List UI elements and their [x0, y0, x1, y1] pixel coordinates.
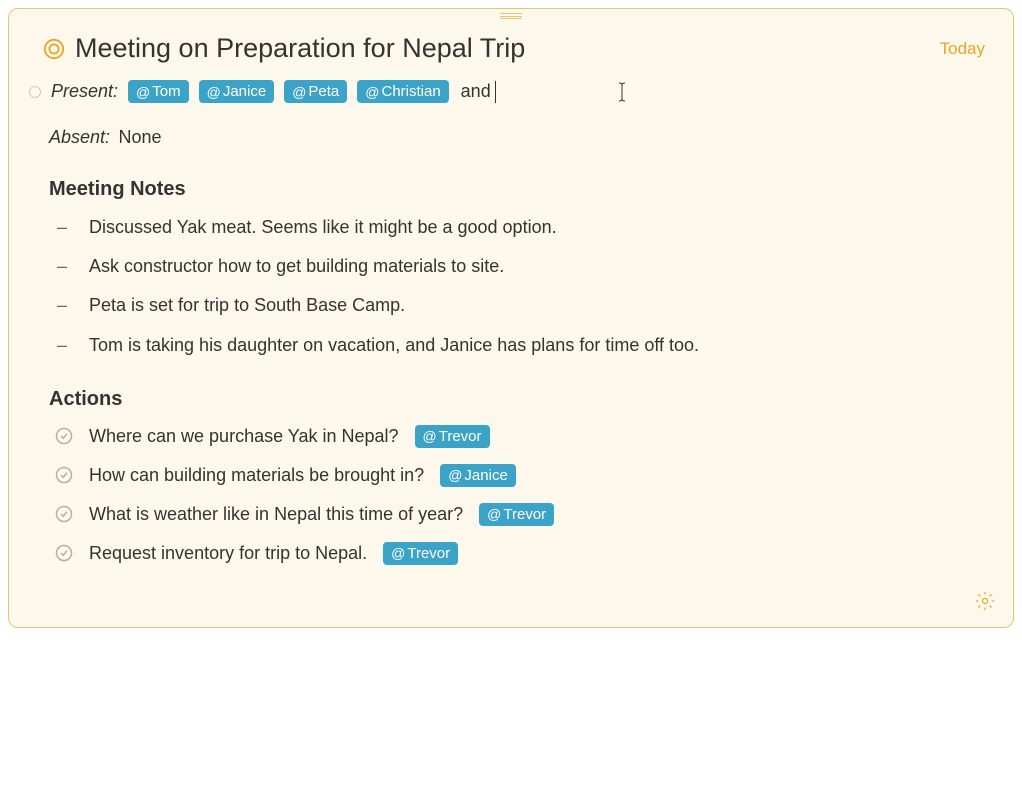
absent-label: Absent:	[49, 127, 110, 147]
note-title[interactable]: Meeting on Preparation for Nepal Trip	[75, 33, 930, 64]
action-text: Where can we purchase Yak in Nepal?	[89, 426, 399, 447]
list-item[interactable]: – Ask constructor how to get building ma…	[57, 254, 985, 279]
mention-tag-christian[interactable]: @ Christian	[357, 80, 448, 103]
trailing-text: and	[461, 81, 491, 102]
present-label: Present:	[51, 81, 118, 102]
list-item[interactable]: – Discussed Yak meat. Seems like it migh…	[57, 215, 985, 240]
task-unchecked-icon[interactable]	[55, 505, 73, 523]
list-item[interactable]: – Tom is taking his daughter on vacation…	[57, 333, 985, 358]
mention-tag-assignee[interactable]: @ Janice	[440, 464, 516, 487]
task-unchecked-icon[interactable]	[55, 466, 73, 484]
actions-list: Where can we purchase Yak in Nepal? @ Tr…	[25, 425, 985, 565]
note-card: Meeting on Preparation for Nepal Trip To…	[8, 8, 1014, 628]
action-text: What is weather like in Nepal this time …	[89, 504, 463, 525]
note-text: Ask constructor how to get building mate…	[89, 254, 504, 279]
note-text: Discussed Yak meat. Seems like it might …	[89, 215, 557, 240]
actions-heading: Actions	[25, 388, 985, 411]
mention-tag-peta[interactable]: @ Peta	[284, 80, 347, 103]
absent-value: None	[119, 127, 162, 147]
list-item[interactable]: – Peta is set for trip to South Base Cam…	[57, 293, 985, 318]
absent-row[interactable]: Absent: None	[25, 127, 985, 148]
dash-icon: –	[57, 293, 67, 318]
ibeam-cursor-icon	[616, 82, 628, 102]
action-item[interactable]: How can building materials be brought in…	[55, 464, 985, 487]
drag-handle-icon[interactable]	[500, 13, 522, 19]
action-text: How can building materials be brought in…	[89, 465, 424, 486]
bullet-circle-icon	[29, 86, 41, 98]
meeting-notes-heading: Meeting Notes	[25, 178, 985, 201]
gear-icon[interactable]	[975, 591, 995, 611]
task-unchecked-icon[interactable]	[55, 427, 73, 445]
action-text: Request inventory for trip to Nepal.	[89, 543, 367, 564]
mention-tag-assignee[interactable]: @ Trevor	[479, 503, 554, 526]
present-row[interactable]: Present: @ Tom @ Janice @ Peta @ Christi…	[25, 80, 985, 103]
bullseye-icon	[43, 38, 65, 60]
mention-tag-janice[interactable]: @ Janice	[199, 80, 275, 103]
dash-icon: –	[57, 333, 67, 358]
mention-tag-assignee[interactable]: @ Trevor	[383, 542, 458, 565]
action-item[interactable]: Request inventory for trip to Nepal. @ T…	[55, 542, 985, 565]
action-item[interactable]: Where can we purchase Yak in Nepal? @ Tr…	[55, 425, 985, 448]
mention-tag-assignee[interactable]: @ Trevor	[415, 425, 490, 448]
dash-icon: –	[57, 215, 67, 240]
note-text: Tom is taking his daughter on vacation, …	[89, 333, 699, 358]
mention-tag-tom[interactable]: @ Tom	[128, 80, 189, 103]
date-label[interactable]: Today	[940, 39, 985, 59]
dash-icon: –	[57, 254, 67, 279]
action-item[interactable]: What is weather like in Nepal this time …	[55, 503, 985, 526]
note-text: Peta is set for trip to South Base Camp.	[89, 293, 405, 318]
text-caret-icon	[495, 81, 496, 103]
task-unchecked-icon[interactable]	[55, 544, 73, 562]
meeting-notes-list: – Discussed Yak meat. Seems like it migh…	[25, 215, 985, 358]
